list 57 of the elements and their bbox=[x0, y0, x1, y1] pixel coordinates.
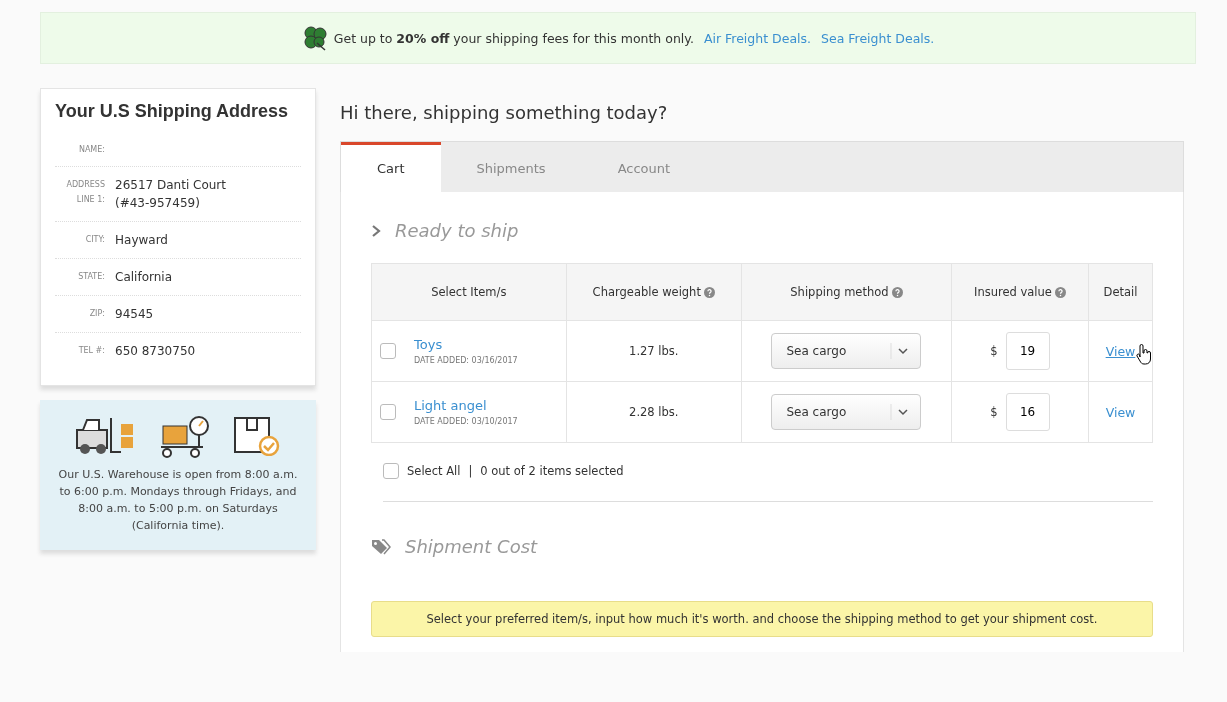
tab[interactable]: Account bbox=[581, 142, 707, 192]
column-header: Shipping method bbox=[741, 263, 952, 321]
view-link[interactable]: View bbox=[1105, 404, 1136, 420]
checkbox[interactable] bbox=[380, 343, 396, 359]
currency-sign: $ bbox=[990, 344, 998, 358]
field-value: 26517 Danti Court (#43-957459) bbox=[115, 177, 227, 212]
field-value: California bbox=[115, 269, 172, 286]
scale-icon bbox=[159, 416, 211, 458]
field-label: TEL #: bbox=[77, 345, 105, 357]
warehouse-hours: Our U.S. Warehouse is open from 8:00 a.m. to 6:00 p.m. Mondays through Fridays, and 8:00 a.m. to 5:00 p.m. on Saturdays (California time). bbox=[57, 467, 299, 534]
item-link[interactable]: Light angel bbox=[414, 398, 487, 413]
field-label: ZIP: bbox=[88, 308, 105, 320]
section-title: Shipment Cost bbox=[405, 536, 538, 557]
column-header: Detail bbox=[1088, 263, 1153, 321]
help-icon[interactable] bbox=[703, 287, 715, 298]
shipping-method-select[interactable]: Sea cargo bbox=[771, 333, 922, 369]
date-added: DATE ADDED: 03/16/2017 bbox=[414, 356, 518, 365]
insured-value-field[interactable]: 16 bbox=[1005, 393, 1050, 431]
view-link[interactable]: View bbox=[1105, 343, 1136, 359]
greeting: Hi there, shipping something today? bbox=[340, 102, 669, 123]
info-notice: Select your preferred item/s, input how much it's worth. and choose the shipping method to get your shipment cost. bbox=[371, 601, 1153, 637]
field-value: 650 8730750 bbox=[115, 343, 196, 360]
insured-value-field[interactable]: 19 bbox=[1005, 332, 1050, 370]
box-check-icon bbox=[233, 416, 281, 456]
column-header: Chargeable weight bbox=[566, 263, 742, 321]
field-value: Hayward bbox=[115, 232, 168, 249]
tab[interactable]: Shipments bbox=[440, 142, 582, 192]
tags-icon bbox=[371, 538, 391, 555]
field-label: CITY: bbox=[84, 234, 105, 246]
address-title: Your U.S Shipping Address bbox=[55, 101, 289, 122]
column-header: Select Item/s bbox=[371, 263, 567, 321]
select-all-checkbox[interactable] bbox=[383, 463, 399, 479]
deals-link[interactable]: Sea Freight Deals. bbox=[821, 30, 935, 46]
pointer-hand-icon bbox=[1135, 343, 1152, 366]
weight-cell: 1.27 lbs. bbox=[566, 320, 742, 382]
date-added: DATE ADDED: 03/10/2017 bbox=[414, 417, 518, 426]
deals-link[interactable]: Air Freight Deals. bbox=[703, 30, 811, 46]
clover-icon bbox=[301, 25, 328, 51]
field-label: STATE: bbox=[77, 271, 105, 283]
field-label: NAME: bbox=[77, 144, 105, 156]
chevron-icon[interactable] bbox=[371, 224, 381, 237]
item-link[interactable]: Toys bbox=[414, 337, 443, 352]
selection-count: 0 out of 2 items selected bbox=[480, 464, 624, 478]
separator: | bbox=[468, 464, 473, 478]
field-value: 94545 bbox=[115, 306, 154, 323]
checkbox[interactable] bbox=[380, 404, 396, 420]
tab[interactable]: Cart bbox=[341, 142, 441, 192]
section-title: Ready to ship bbox=[395, 220, 519, 241]
select-all-label: Select All bbox=[407, 464, 461, 478]
help-icon[interactable] bbox=[1054, 287, 1066, 298]
promo-text: Get up to 20% off your shipping fees for this month only. bbox=[333, 30, 694, 46]
currency-sign: $ bbox=[990, 405, 998, 419]
field-label: ADDRESS LINE 1: bbox=[65, 179, 105, 206]
column-header: Insured value bbox=[951, 263, 1089, 321]
shipping-method-select[interactable]: Sea cargo bbox=[771, 394, 922, 430]
help-icon[interactable] bbox=[891, 287, 903, 298]
weight-cell: 2.28 lbs. bbox=[566, 381, 742, 443]
